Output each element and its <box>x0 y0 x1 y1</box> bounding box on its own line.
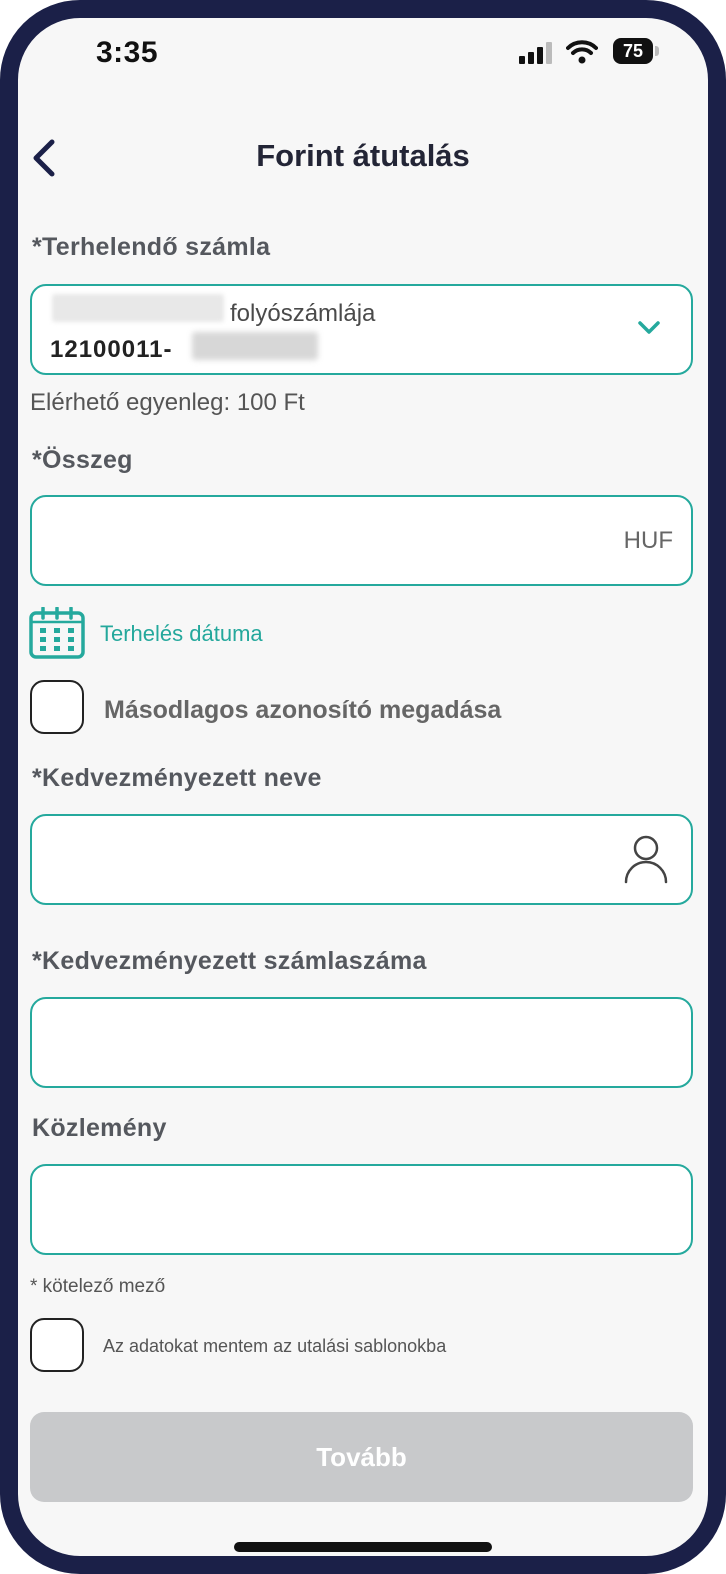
cellular-signal-icon <box>519 42 552 64</box>
beneficiary-account-label: *Kedvezményezett számlaszáma <box>32 947 427 975</box>
account-number: 12100011- <box>50 336 173 363</box>
secondary-id-checkbox[interactable] <box>30 680 84 734</box>
save-template-checkbox[interactable] <box>30 1318 84 1372</box>
beneficiary-account-input[interactable] <box>30 997 693 1088</box>
notice-label: Közlemény <box>32 1114 167 1142</box>
required-field-note: * kötelező mező <box>30 1276 166 1297</box>
home-indicator <box>234 1542 492 1552</box>
debit-date-link[interactable]: Terhelés dátuma <box>100 621 263 647</box>
chevron-down-icon <box>638 321 660 334</box>
next-button[interactable]: Tovább <box>30 1412 693 1502</box>
debit-account-select[interactable]: folyószámlája 12100011- <box>30 284 693 375</box>
debit-account-label: *Terhelendő számla <box>32 233 271 261</box>
calendar-icon[interactable] <box>29 607 85 659</box>
page-title: Forint átutalás <box>256 138 470 173</box>
battery-level: 75 <box>622 41 644 61</box>
secondary-id-label[interactable]: Másodlagos azonosító megadása <box>104 696 501 725</box>
account-name: folyószámlája <box>230 300 376 327</box>
amount-label: *Összeg <box>32 446 133 474</box>
amount-input[interactable]: HUF <box>30 495 693 586</box>
save-template-label[interactable]: Az adatokat mentem az utalási sablonokba <box>103 1336 446 1357</box>
wifi-icon <box>566 40 598 64</box>
available-balance: Elérhető egyenleg: 100 Ft <box>30 389 305 416</box>
redacted-account-owner <box>52 294 224 322</box>
redacted-account-number <box>192 332 318 360</box>
contact-person-icon[interactable] <box>623 834 669 884</box>
phone-frame: 3:35 75 Forint átutalás *Terhelendő szám… <box>0 0 726 1574</box>
currency-label: HUF <box>623 527 673 554</box>
notice-input[interactable] <box>30 1164 693 1255</box>
beneficiary-name-label: *Kedvezményezett neve <box>32 764 322 792</box>
battery-icon: 75 <box>613 38 659 64</box>
beneficiary-name-input[interactable] <box>30 814 693 905</box>
status-time: 3:35 <box>96 36 159 69</box>
